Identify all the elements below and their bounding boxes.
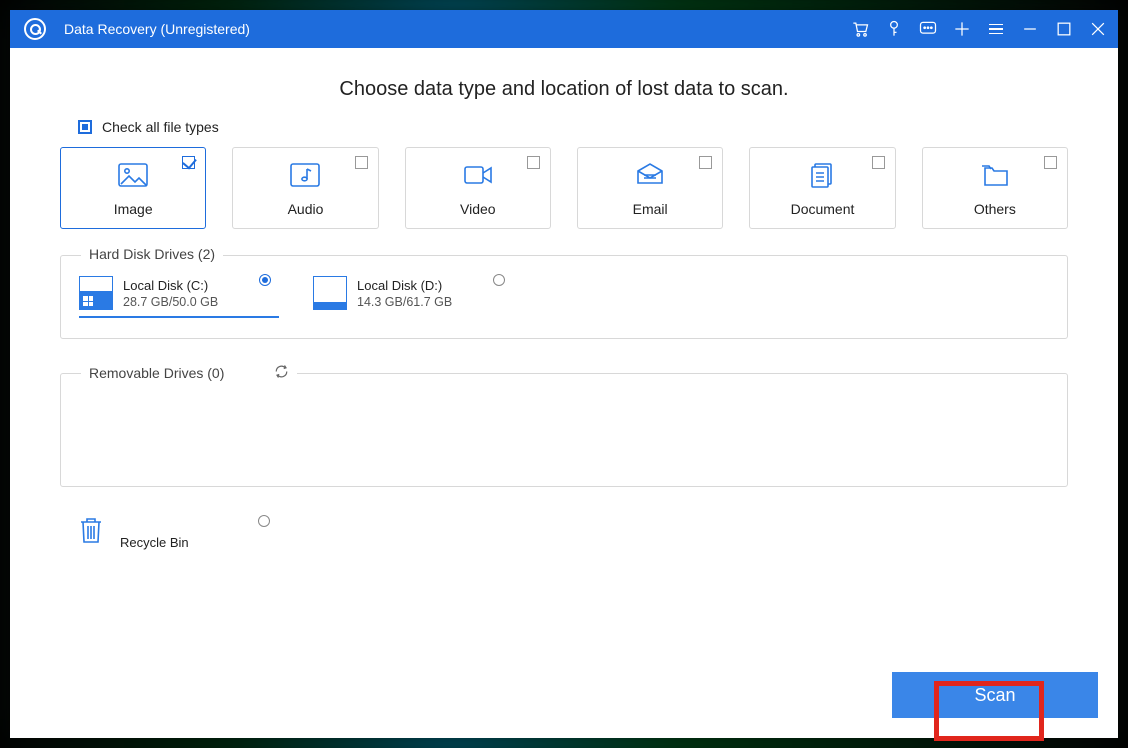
- radio-icon: [493, 274, 505, 286]
- type-card-others[interactable]: Others: [922, 147, 1068, 229]
- type-label: Email: [633, 201, 668, 217]
- app-window: Data Recovery (Unregistered): [10, 10, 1118, 738]
- app-logo-icon: [24, 18, 46, 40]
- drive-meta: Local Disk (D:) 14.3 GB/61.7 GB: [357, 278, 452, 309]
- hard-disk-section-title: Hard Disk Drives (2): [81, 246, 223, 262]
- add-icon[interactable]: [952, 19, 972, 39]
- refresh-icon[interactable]: [274, 364, 289, 382]
- cart-icon[interactable]: [850, 19, 870, 39]
- disk-icon: [313, 276, 347, 310]
- feedback-icon[interactable]: [918, 19, 938, 39]
- drive-size: 14.3 GB/61.7 GB: [357, 295, 452, 309]
- type-label: Audio: [288, 201, 324, 217]
- type-card-image[interactable]: Image: [60, 147, 206, 229]
- type-card-audio[interactable]: Audio: [232, 147, 378, 229]
- menu-icon[interactable]: [986, 19, 1006, 39]
- trash-icon: [78, 515, 104, 550]
- type-label: Document: [791, 201, 855, 217]
- windows-logo-icon: [83, 296, 93, 306]
- removable-drives-section: Removable Drives (0): [60, 373, 1068, 487]
- checkbox-icon: [355, 156, 368, 169]
- image-icon: [117, 160, 149, 195]
- check-all-file-types[interactable]: Check all file types: [78, 119, 1068, 135]
- checkbox-indeterminate-icon: [78, 120, 92, 134]
- others-icon: [979, 160, 1011, 195]
- email-icon: [634, 160, 666, 195]
- type-card-document[interactable]: Document: [749, 147, 895, 229]
- titlebar-actions: [850, 19, 1108, 39]
- drive-local-d[interactable]: Local Disk (D:) 14.3 GB/61.7 GB: [313, 276, 513, 318]
- key-icon[interactable]: [884, 19, 904, 39]
- document-icon: [806, 160, 838, 195]
- checkbox-icon: [182, 156, 195, 169]
- checkbox-icon: [699, 156, 712, 169]
- hard-disk-section: Hard Disk Drives (2) Local Disk (C:) 28.…: [60, 255, 1068, 339]
- recycle-label: Recycle Bin: [120, 535, 189, 550]
- checkbox-icon: [872, 156, 885, 169]
- type-label: Image: [114, 201, 153, 217]
- drive-name: Local Disk (D:): [357, 278, 452, 293]
- type-card-email[interactable]: Email: [577, 147, 723, 229]
- radio-icon: [259, 274, 271, 286]
- removable-section-title: Removable Drives (0): [81, 364, 297, 382]
- radio-icon: [258, 515, 270, 527]
- video-icon: [462, 160, 494, 195]
- checkbox-icon: [527, 156, 540, 169]
- check-all-label: Check all file types: [102, 119, 219, 135]
- close-icon[interactable]: [1088, 19, 1108, 39]
- scan-button[interactable]: Scan: [892, 672, 1098, 718]
- disk-icon: [79, 276, 113, 310]
- audio-icon: [289, 160, 321, 195]
- drive-local-c[interactable]: Local Disk (C:) 28.7 GB/50.0 GB: [79, 276, 279, 318]
- file-type-grid: Image Audio Video: [60, 147, 1068, 229]
- titlebar: Data Recovery (Unregistered): [10, 10, 1118, 48]
- type-card-video[interactable]: Video: [405, 147, 551, 229]
- maximize-icon[interactable]: [1054, 19, 1074, 39]
- minimize-icon[interactable]: [1020, 19, 1040, 39]
- drive-name: Local Disk (C:): [123, 278, 218, 293]
- type-label: Video: [460, 201, 496, 217]
- drive-list: Local Disk (C:) 28.7 GB/50.0 GB Local Di…: [79, 276, 1049, 318]
- checkbox-icon: [1044, 156, 1057, 169]
- page-headline: Choose data type and location of lost da…: [60, 78, 1068, 101]
- drive-size: 28.7 GB/50.0 GB: [123, 295, 218, 309]
- recycle-bin-option[interactable]: Recycle Bin: [78, 515, 278, 550]
- content-area: Choose data type and location of lost da…: [10, 48, 1118, 738]
- type-label: Others: [974, 201, 1016, 217]
- app-title: Data Recovery (Unregistered): [64, 21, 250, 37]
- drive-meta: Local Disk (C:) 28.7 GB/50.0 GB: [123, 278, 218, 309]
